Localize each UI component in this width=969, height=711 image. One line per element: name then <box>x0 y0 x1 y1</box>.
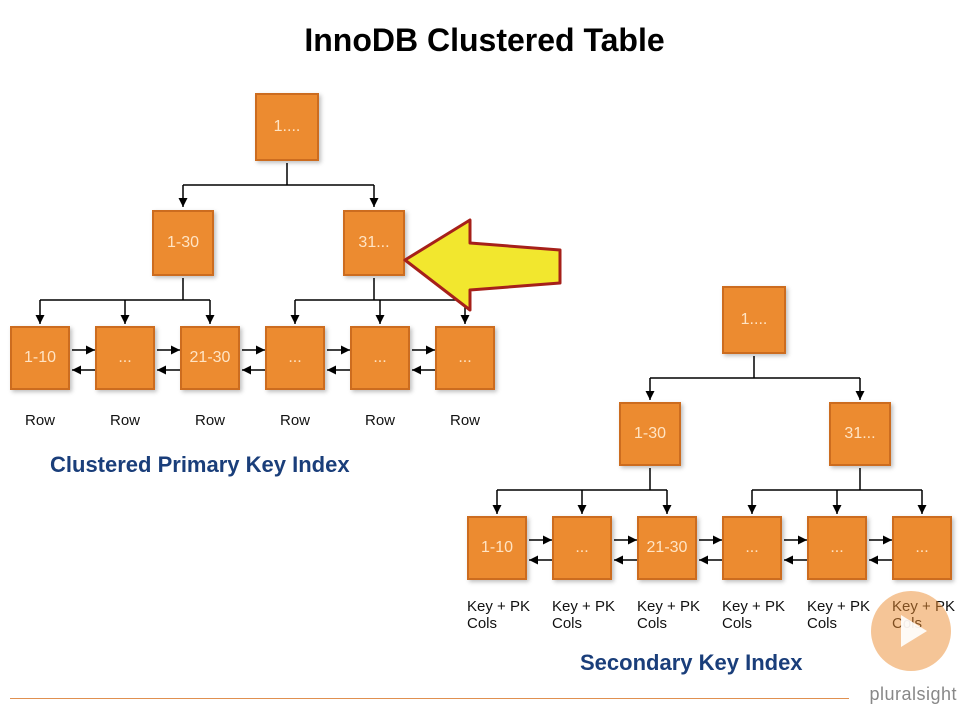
secondary-leaf-node-4: ... <box>807 516 867 580</box>
primary-mid-node-0: 1-30 <box>152 210 214 276</box>
secondary-leaf-label-2: Key + PK Cols <box>637 598 707 632</box>
secondary-leaf-label-1: Key + PK Cols <box>552 598 622 632</box>
divider <box>10 698 849 699</box>
primary-mid-node-1: 31... <box>343 210 405 276</box>
secondary-leaf-node-0: 1-10 <box>467 516 527 580</box>
primary-leaf-label-2: Row <box>180 412 240 429</box>
secondary-leaf-label-4: Key + PK Cols <box>807 598 877 632</box>
primary-leaf-label-4: Row <box>350 412 410 429</box>
primary-leaf-label-1: Row <box>95 412 155 429</box>
primary-leaf-node-5: ... <box>435 326 495 390</box>
primary-leaf-label-5: Row <box>435 412 495 429</box>
primary-leaf-label-0: Row <box>10 412 70 429</box>
secondary-leaf-node-5: ... <box>892 516 952 580</box>
secondary-leaf-node-2: 21-30 <box>637 516 697 580</box>
pointer-arrow-icon <box>400 215 570 315</box>
primary-leaf-node-4: ... <box>350 326 410 390</box>
primary-leaf-label-3: Row <box>265 412 325 429</box>
secondary-leaf-label-0: Key + PK Cols <box>467 598 537 632</box>
secondary-subtitle: Secondary Key Index <box>580 650 803 676</box>
secondary-mid-node-0: 1-30 <box>619 402 681 466</box>
secondary-root-node: 1.... <box>722 286 786 354</box>
secondary-leaf-node-3: ... <box>722 516 782 580</box>
primary-leaf-node-2: 21-30 <box>180 326 240 390</box>
secondary-leaf-label-3: Key + PK Cols <box>722 598 792 632</box>
secondary-mid-node-1: 31... <box>829 402 891 466</box>
secondary-leaf-node-1: ... <box>552 516 612 580</box>
brand-logo: pluralsight <box>869 684 957 705</box>
play-icon[interactable] <box>871 591 951 671</box>
primary-leaf-node-0: 1-10 <box>10 326 70 390</box>
primary-subtitle: Clustered Primary Key Index <box>50 452 350 478</box>
page-title: InnoDB Clustered Table <box>0 0 969 59</box>
primary-leaf-node-1: ... <box>95 326 155 390</box>
primary-leaf-node-3: ... <box>265 326 325 390</box>
primary-root-node: 1.... <box>255 93 319 161</box>
